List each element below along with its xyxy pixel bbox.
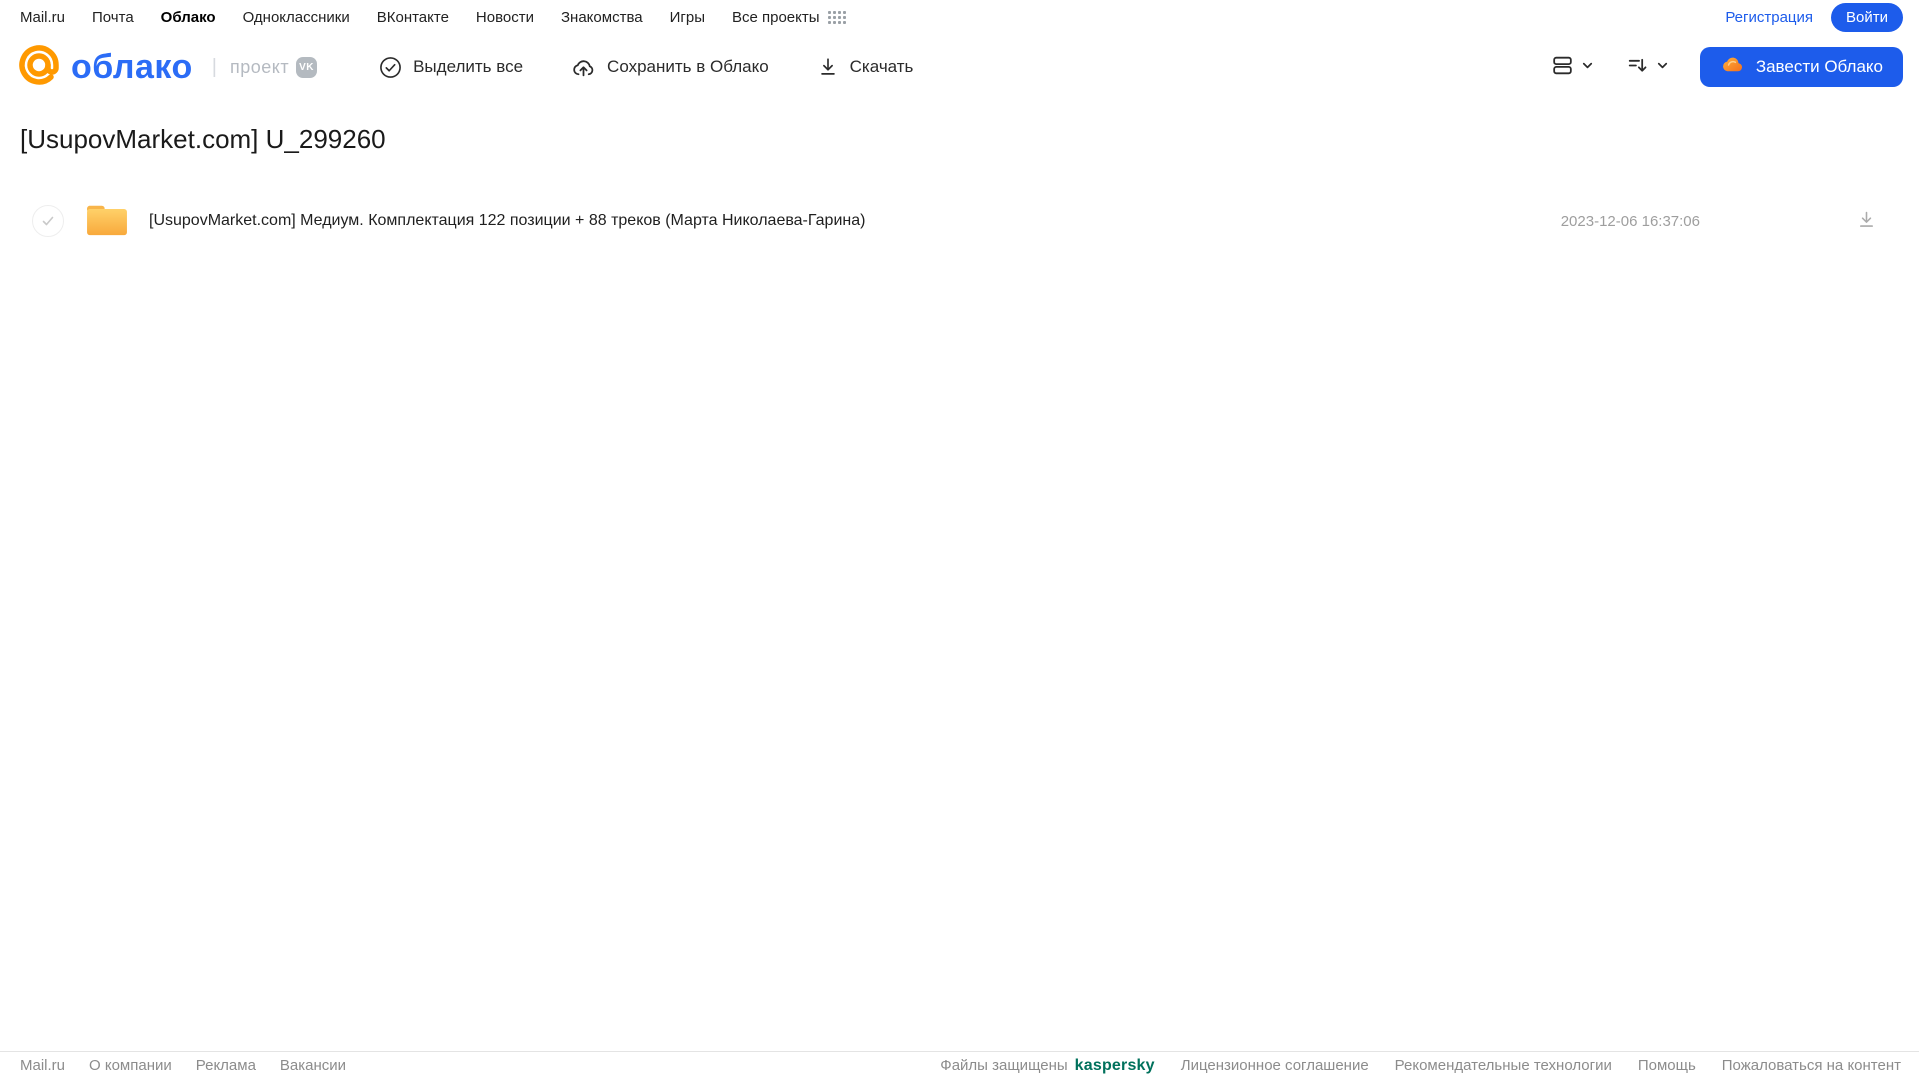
file-name[interactable]: [UsupovMarket.com] Медиум. Комплектация … [149,212,865,230]
page-title: [UsupovMarket.com] U_299260 [20,124,386,154]
footer-link-jobs[interactable]: Вакансии [280,1057,346,1074]
sort-icon [1625,53,1650,81]
footer: Mail.ru О компании Реклама Вакансии Файл… [0,1051,1919,1079]
nav-link-all-projects[interactable]: Все проекты [732,9,820,26]
checkmark-icon [42,216,54,226]
download-icon [817,56,839,78]
file-toolbar: Выделить все Сохранить в Облако Скачать [379,55,913,80]
cloud-upload-icon [571,55,596,80]
create-cloud-button[interactable]: Завести Облако [1699,47,1903,87]
file-meta: 2023-12-06 16:37:06 [1561,205,1891,237]
folder-icon [84,200,130,243]
nav-link-igry[interactable]: Игры [670,9,705,26]
main-content: [UsupovMarket.com] U_299260 [UsupovMarke… [0,100,1919,250]
logo-separator: | [211,55,217,78]
footer-right-links: Файлы защищены kaspersky Лицензионное со… [940,1057,1901,1075]
vk-logo-badge: VK [296,56,318,78]
nav-link-oblako[interactable]: Облако [161,9,216,26]
row-checkbox[interactable] [32,205,64,237]
cloud-logo[interactable]: облако | проект VK [16,42,318,93]
nav-link-znakomstva[interactable]: Знакомства [561,9,643,26]
chevron-down-icon [1580,58,1595,76]
mailru-at-icon [16,42,62,93]
nav-link-pochta[interactable]: Почта [92,9,134,26]
file-row[interactable]: [UsupovMarket.com] Медиум. Комплектация … [20,192,1899,250]
sort-select[interactable] [1621,49,1674,85]
download-icon [1860,211,1873,227]
create-cloud-label: Завести Облако [1755,57,1883,76]
list-view-icon [1550,53,1575,81]
portal-nav: Mail.ru Почта Облако Одноклассники ВКонт… [0,0,1919,34]
login-button[interactable]: Войти [1831,2,1903,32]
nav-link-mailru[interactable]: Mail.ru [20,9,65,26]
footer-link-mailru[interactable]: Mail.ru [20,1057,65,1074]
footer-link-help[interactable]: Помощь [1638,1057,1696,1074]
app-header: облако | проект VK Выделить все Сохранит… [0,34,1919,100]
kaspersky-protection: Файлы защищены kaspersky [940,1057,1154,1075]
select-all-label: Выделить все [413,57,524,76]
footer-link-about[interactable]: О компании [89,1057,172,1074]
kaspersky-logo[interactable]: kaspersky [1075,1057,1155,1075]
protected-label: Файлы защищены [940,1057,1068,1074]
save-to-cloud-button[interactable]: Сохранить в Облако [571,55,769,80]
download-button[interactable]: Скачать [817,56,914,78]
footer-link-license[interactable]: Лицензионное соглашение [1181,1057,1369,1074]
select-all-button[interactable]: Выделить все [379,56,523,79]
footer-link-recommendations[interactable]: Рекомендательные технологии [1395,1057,1612,1074]
nav-link-odnoklassniki[interactable]: Одноклассники [243,9,350,26]
file-modified-date: 2023-12-06 16:37:06 [1560,212,1700,230]
view-controls: Завести Облако [1546,47,1903,87]
project-label: проект VK [229,56,318,78]
portal-nav-links: Mail.ru Почта Облако Одноклассники ВКонт… [20,9,846,26]
download-label: Скачать [849,57,914,76]
file-list: [UsupovMarket.com] Медиум. Комплектация … [20,192,1899,250]
save-to-cloud-label: Сохранить в Облако [607,57,769,76]
row-download-button[interactable] [1852,205,1881,237]
nav-link-novosti[interactable]: Новости [476,9,534,26]
project-text: проект [229,56,290,77]
check-circle-icon [379,56,402,79]
footer-link-report[interactable]: Пожаловаться на контент [1722,1057,1901,1074]
footer-link-ads[interactable]: Реклама [196,1057,256,1074]
register-link[interactable]: Регистрация [1725,9,1813,26]
cloud-app-icon [1720,52,1745,82]
apps-grid-icon[interactable] [827,10,846,24]
footer-left-links: Mail.ru О компании Реклама Вакансии [20,1057,346,1074]
nav-link-vkontakte[interactable]: ВКонтакте [377,9,449,26]
chevron-down-icon [1655,58,1670,76]
view-mode-select[interactable] [1546,49,1599,85]
product-name: облако [71,47,193,86]
